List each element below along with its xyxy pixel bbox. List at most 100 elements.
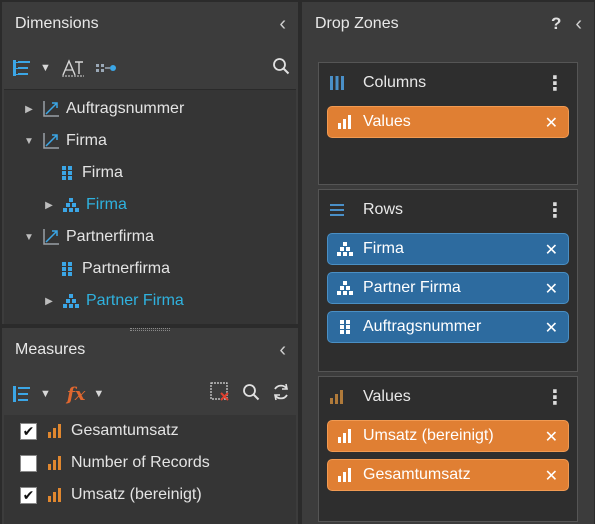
measure-item-gesamtumsatz[interactable]: ✔ Gesamtumsatz	[4, 415, 179, 447]
tree-item-label: Firma	[82, 164, 123, 181]
measure-item-umsatz-bereinigt[interactable]: ✔ Umsatz (bereinigt)	[4, 479, 202, 511]
pill-partner-firma[interactable]: Partner Firma ✕	[327, 272, 569, 304]
level-attribute-icon	[58, 260, 76, 278]
pill-values[interactable]: Values ✕	[327, 106, 569, 138]
columns-zone-title: Columns	[363, 74, 427, 91]
remove-icon[interactable]: ✕	[545, 234, 558, 266]
dropzones-header: Drop Zones ? ‹	[302, 2, 594, 46]
remove-icon[interactable]: ✕	[545, 312, 558, 344]
columns-zone-header: Columns ⋮	[319, 63, 577, 103]
refresh-icon[interactable]	[272, 383, 290, 406]
dimensions-tree: ▶ Auftragsnummer ▼ Firma Firma ▶ Firma ▼…	[4, 89, 296, 324]
formula-dropdown-caret-icon[interactable]: ▼	[93, 388, 104, 400]
hierarchy-dimension-icon	[42, 228, 60, 246]
dimensions-toolbar: ▼	[2, 48, 298, 88]
sort-alpha-icon[interactable]	[61, 59, 85, 77]
pill-label: Values	[363, 113, 411, 130]
hierarchy-tree-icon	[337, 281, 353, 295]
measures-panel: Measures ‹ ▼ fx ▼ ✔ Gesamtumsatz Number …	[2, 328, 298, 524]
hierarchy-dimension-icon	[42, 100, 60, 118]
pill-umsatz-bereinigt[interactable]: Umsatz (bereinigt) ✕	[327, 420, 569, 452]
tree-item-label: Firma	[86, 196, 127, 213]
expand-arrow-icon[interactable]: ▶	[42, 200, 56, 211]
pill-gesamtumsatz[interactable]: Gesamtumsatz ✕	[327, 459, 569, 491]
tree-item-firma[interactable]: ▼ Firma	[22, 125, 107, 157]
measure-checkbox[interactable]: ✔	[20, 422, 37, 440]
measure-label: Gesamtumsatz	[71, 422, 179, 439]
collapse-chevron-icon[interactable]: ‹	[575, 14, 582, 34]
remove-icon[interactable]: ✕	[545, 107, 558, 139]
pill-label: Umsatz (bereinigt)	[363, 427, 494, 444]
tree-item-partnerfirma[interactable]: ▼ Partnerfirma	[22, 221, 154, 253]
rows-menu-kebab-icon[interactable]: ⋮	[545, 190, 565, 230]
tree-item-firma-hierarchy[interactable]: ▶ Firma	[42, 189, 127, 221]
pill-auftragsnummer[interactable]: Auftragsnummer ✕	[327, 311, 569, 343]
bar-measure-icon	[337, 429, 353, 443]
collapse-chevron-icon[interactable]: ‹	[279, 340, 286, 360]
values-zone-title: Values	[363, 388, 411, 405]
expand-arrow-icon[interactable]: ▶	[22, 104, 36, 115]
columns-dropzone[interactable]: Columns ⋮ Values ✕	[318, 62, 578, 185]
dimensions-title: Dimensions	[15, 15, 99, 32]
remove-icon[interactable]: ✕	[545, 460, 558, 492]
values-icon	[329, 390, 345, 404]
hierarchy-tree-icon	[337, 242, 353, 256]
remove-icon[interactable]: ✕	[545, 273, 558, 305]
rows-icon	[329, 204, 345, 216]
level-attribute-icon	[58, 164, 76, 182]
collapse-chevron-icon[interactable]: ‹	[279, 14, 286, 34]
dropzones-title: Drop Zones	[315, 15, 399, 32]
bar-measure-icon	[47, 456, 63, 470]
dimensions-header: Dimensions ‹	[2, 2, 298, 46]
measure-label: Umsatz (bereinigt)	[71, 486, 202, 503]
pill-label: Partner Firma	[363, 279, 461, 296]
pill-firma[interactable]: Firma ✕	[327, 233, 569, 265]
bar-measure-icon	[337, 468, 353, 482]
connection-icon[interactable]	[95, 62, 117, 74]
tree-view-icon[interactable]	[12, 385, 32, 403]
tree-item-firma-level[interactable]: Firma	[52, 157, 123, 189]
collapse-arrow-icon[interactable]: ▼	[22, 232, 36, 243]
rows-zone-title: Rows	[363, 201, 404, 218]
view-dropdown-caret-icon[interactable]: ▼	[40, 388, 51, 400]
measure-checkbox[interactable]: ✔	[20, 486, 37, 504]
tree-item-partnerfirma-level[interactable]: Partnerfirma	[52, 253, 170, 285]
tree-item-label: Firma	[66, 132, 107, 149]
tree-item-partner-firma-hierarchy[interactable]: ▶ Partner Firma	[42, 285, 184, 317]
formula-fx-icon[interactable]: fx	[67, 384, 85, 405]
collapse-arrow-icon[interactable]: ▼	[22, 136, 36, 147]
pill-label: Auftragsnummer	[363, 318, 482, 335]
help-icon[interactable]: ?	[551, 14, 561, 34]
bar-measure-icon	[337, 115, 353, 129]
tree-item-label: Partner Firma	[86, 292, 184, 309]
dropzones-panel: Drop Zones ? ‹ Columns ⋮ Values ✕ Rows ⋮…	[302, 2, 594, 524]
view-dropdown-caret-icon[interactable]: ▼	[40, 62, 51, 74]
search-icon[interactable]	[242, 383, 260, 406]
expand-arrow-icon[interactable]: ▶	[42, 296, 56, 307]
level-attribute-icon	[337, 319, 353, 335]
tree-item-label: Auftragsnummer	[66, 100, 185, 117]
tree-item-auftragsnummer[interactable]: ▶ Auftragsnummer	[22, 93, 184, 125]
values-menu-kebab-icon[interactable]: ⋮	[545, 377, 565, 417]
columns-icon	[329, 76, 345, 90]
rows-zone-header: Rows ⋮	[319, 190, 577, 230]
measures-toolbar: ▼ fx ▼	[2, 374, 298, 414]
tree-view-icon[interactable]	[12, 59, 32, 77]
rows-dropzone[interactable]: Rows ⋮ Firma ✕ Partner Firma ✕ Auftragsn…	[318, 189, 578, 372]
hierarchy-dimension-icon	[42, 132, 60, 150]
tree-item-label: Partnerfirma	[66, 228, 155, 245]
measure-item-number-of-records[interactable]: Number of Records	[4, 447, 210, 479]
bar-measure-icon	[47, 488, 63, 502]
values-zone-header: Values ⋮	[319, 377, 577, 417]
search-icon[interactable]	[272, 57, 290, 80]
columns-menu-kebab-icon[interactable]: ⋮	[545, 63, 565, 103]
measures-title: Measures	[15, 341, 86, 358]
hierarchy-tree-icon	[62, 292, 80, 310]
measures-list: ✔ Gesamtumsatz Number of Records ✔ Umsat…	[4, 415, 296, 524]
clear-selection-icon[interactable]	[210, 381, 230, 407]
remove-icon[interactable]: ✕	[545, 421, 558, 453]
measure-checkbox[interactable]	[20, 454, 37, 472]
bar-measure-icon	[47, 424, 63, 438]
values-dropzone[interactable]: Values ⋮ Umsatz (bereinigt) ✕ Gesamtumsa…	[318, 376, 578, 522]
pill-label: Gesamtumsatz	[363, 466, 471, 483]
